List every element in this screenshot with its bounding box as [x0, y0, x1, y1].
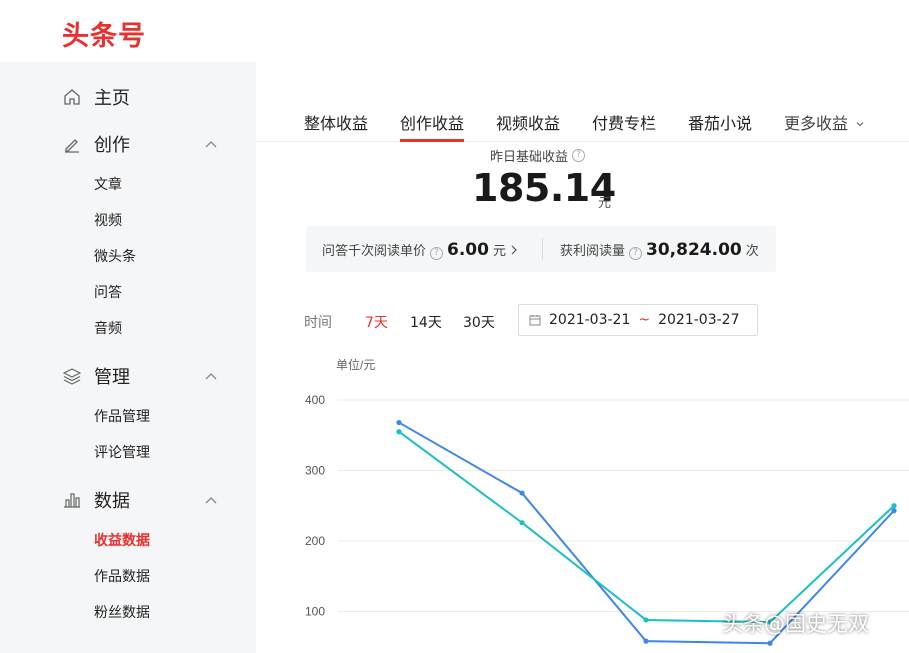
pen-icon [62, 134, 82, 154]
data-point [396, 419, 402, 426]
sidebar-item-article[interactable]: 文章 [94, 174, 122, 194]
help-icon[interactable]: ? [572, 149, 586, 162]
divider [542, 238, 543, 260]
sidebar-group-label: 管理 [94, 367, 130, 388]
sidebar-item-audio[interactable]: 音频 [94, 318, 122, 338]
sidebar-group-create[interactable]: 创作 [62, 130, 232, 158]
date-end: 2021-03-27 [658, 312, 740, 328]
sidebar-item-home[interactable]: 主页 [62, 83, 232, 111]
sidebar-item-fans-data[interactable]: 粉丝数据 [94, 602, 150, 622]
sidebar: 主页 创作 文章 视频 微头条 问答 音频 管理 作品管理 评论管理 数据 收益… [0, 62, 256, 653]
top-bar: 头条号 [0, 0, 909, 62]
time-filter-7d[interactable]: 7天 [365, 312, 388, 332]
y-tick-label: 200 [305, 534, 325, 548]
sidebar-item-works-manage[interactable]: 作品管理 [94, 406, 150, 426]
time-filter-14d[interactable]: 14天 [410, 312, 442, 332]
chevron-down-icon [856, 122, 864, 127]
stat-label: 问答千次阅读单价 [322, 244, 427, 259]
stat-qa-price[interactable]: 问答千次阅读单价 ? 6.00 元 [322, 240, 518, 260]
y-axis-label: 单位/元 [336, 357, 375, 372]
chevron-right-icon [511, 245, 517, 255]
sidebar-item-label: 主页 [94, 88, 130, 109]
data-point [767, 640, 773, 646]
chevron-up-icon[interactable] [204, 493, 218, 512]
tab-more[interactable]: 更多收益 [784, 110, 865, 134]
main-panel: 整体收益 创作收益 视频收益 付费专栏 番茄小说 更多收益 昨日基础收益 ? 1… [256, 86, 909, 653]
bar-chart-icon [62, 490, 82, 510]
date-start: 2021-03-21 [549, 312, 631, 328]
sidebar-group-data[interactable]: 数据 [62, 486, 232, 514]
tab-bar: 整体收益 创作收益 视频收益 付费专栏 番茄小说 更多收益 [256, 86, 909, 142]
stats-box: 问答千次阅读单价 ? 6.00 元 获利阅读量 ? 30,824.00 次 [306, 226, 776, 272]
data-point [643, 617, 649, 623]
brand-logo[interactable]: 头条号 [62, 14, 146, 53]
time-filter-30d[interactable]: 30天 [463, 312, 495, 332]
data-point [396, 429, 402, 435]
tab-more-label: 更多收益 [784, 114, 849, 133]
sidebar-item-income-data[interactable]: 收益数据 [94, 530, 150, 550]
home-icon [62, 87, 82, 107]
y-tick-label: 400 [305, 393, 325, 407]
sidebar-item-comments-manage[interactable]: 评论管理 [94, 442, 150, 462]
stat-reads: 获利阅读量 ? 30,824.00 次 [560, 240, 759, 260]
sidebar-group-label: 创作 [94, 135, 130, 156]
sidebar-item-qa[interactable]: 问答 [94, 282, 122, 302]
tab-novel[interactable]: 番茄小说 [688, 110, 752, 134]
series-line-2 [398, 430, 895, 624]
watermark: 头条@国史无双 [722, 612, 869, 636]
stat-label: 获利阅读量 [560, 244, 626, 259]
tab-creation[interactable]: 创作收益 [400, 110, 464, 134]
help-icon[interactable]: ? [430, 247, 444, 260]
sidebar-item-works-data[interactable]: 作品数据 [94, 566, 150, 586]
chevron-up-icon[interactable] [204, 369, 218, 388]
layers-icon [62, 366, 82, 386]
data-point [891, 503, 897, 509]
date-separator: ~ [638, 312, 651, 328]
tab-overall[interactable]: 整体收益 [304, 110, 368, 134]
help-icon[interactable]: ? [629, 247, 643, 260]
summary-label: 昨日基础收益 [490, 150, 569, 165]
summary-label-row: 昨日基础收益 ? [490, 146, 586, 165]
data-point [519, 490, 525, 496]
data-point [891, 508, 897, 514]
tab-paid-column[interactable]: 付费专栏 [592, 110, 656, 134]
date-range-picker[interactable]: 2021-03-21 ~ 2021-03-27 [518, 304, 758, 336]
sidebar-group-label: 数据 [94, 491, 130, 512]
stat-unit: 次 [745, 244, 759, 259]
summary-value: 185.14 [472, 166, 616, 210]
stat-value: 30,824.00 [646, 240, 742, 260]
stat-unit: 元 [492, 244, 506, 259]
y-tick-label: 100 [305, 605, 325, 619]
y-tick-label: 300 [305, 464, 325, 478]
data-point [643, 638, 649, 644]
sidebar-group-manage[interactable]: 管理 [62, 362, 232, 390]
tab-video[interactable]: 视频收益 [496, 110, 560, 134]
summary-unit: 元 [598, 196, 612, 211]
stat-value: 6.00 [447, 240, 489, 260]
chevron-up-icon[interactable] [204, 137, 218, 156]
calendar-icon [529, 315, 541, 326]
active-tab-indicator [400, 139, 464, 142]
sidebar-item-video[interactable]: 视频 [94, 210, 122, 230]
data-point [519, 520, 525, 526]
sidebar-item-micro[interactable]: 微头条 [94, 246, 136, 266]
time-filter-label: 时间 [304, 315, 332, 331]
